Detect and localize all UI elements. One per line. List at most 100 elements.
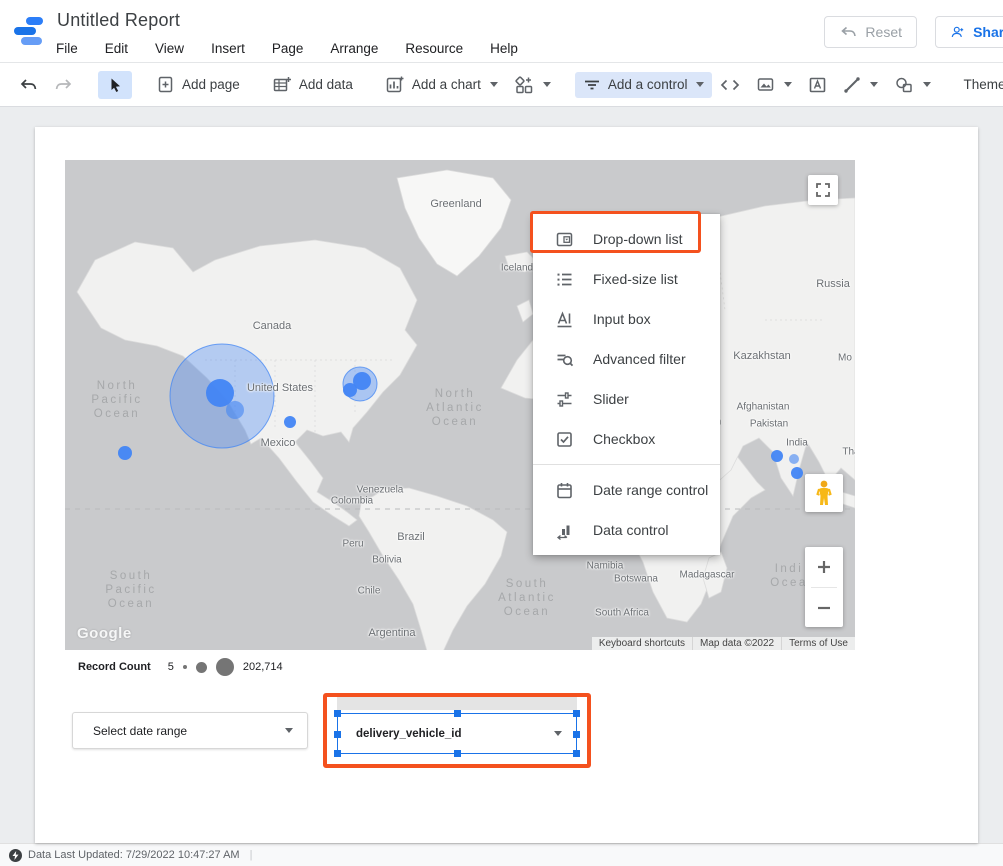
map-label: Greenland bbox=[430, 198, 481, 210]
menu-item-advanced-filter[interactable]: Advanced filter bbox=[533, 339, 720, 379]
bubble-size-legend: Record Count 5 202,714 bbox=[78, 657, 283, 677]
dropdown-control-wrapper: delivery_vehicle_id bbox=[337, 697, 577, 754]
menu-help[interactable]: Help bbox=[490, 41, 518, 56]
person-add-icon bbox=[950, 23, 965, 41]
menu-insert[interactable]: Insert bbox=[211, 41, 245, 56]
menu-view[interactable]: View bbox=[155, 41, 184, 56]
theme-and-layout-button[interactable]: Theme and layout bbox=[955, 72, 1003, 97]
add-image-button[interactable] bbox=[748, 71, 800, 98]
chevron-down-icon bbox=[870, 82, 878, 87]
legend-min-value: 5 bbox=[168, 661, 174, 673]
menu-item-slider[interactable]: Slider bbox=[533, 379, 720, 419]
map-label: Russia bbox=[816, 278, 850, 290]
resize-handle[interactable] bbox=[334, 750, 341, 757]
menu-item-fixed-size-list[interactable]: Fixed-size list bbox=[533, 259, 720, 299]
menu-item-input-box[interactable]: Input box bbox=[533, 299, 720, 339]
fullscreen-icon bbox=[815, 182, 831, 198]
report-canvas: GreenlandIcelandCanadaUnited StatesMexic… bbox=[0, 107, 1003, 843]
add-shape-button[interactable] bbox=[886, 71, 939, 99]
chevron-down-icon bbox=[923, 82, 931, 87]
embed-url-button[interactable] bbox=[712, 72, 748, 98]
google-logo[interactable]: Google bbox=[77, 625, 132, 642]
shape-icon bbox=[894, 76, 914, 94]
chevron-down-icon bbox=[543, 82, 551, 87]
vehicle-id-dropdown-control[interactable]: delivery_vehicle_id bbox=[337, 713, 577, 754]
resize-handle[interactable] bbox=[334, 710, 341, 717]
toolbar: Add page Add data Add a chart bbox=[0, 63, 1003, 107]
select-mode-button[interactable] bbox=[98, 71, 132, 99]
resize-handle[interactable] bbox=[334, 731, 341, 738]
menu-arrange[interactable]: Arrange bbox=[330, 41, 378, 56]
bubble-map-chart[interactable]: GreenlandIcelandCanadaUnited StatesMexic… bbox=[65, 160, 855, 650]
community-visualizations-button[interactable] bbox=[506, 70, 559, 100]
fixed-size-list-icon bbox=[555, 270, 574, 289]
redo-button[interactable] bbox=[46, 70, 82, 100]
map-label: India bbox=[786, 438, 808, 449]
map-label: Indi Ocea bbox=[770, 562, 808, 590]
reset-button[interactable]: Reset bbox=[824, 16, 917, 48]
date-range-icon bbox=[555, 481, 574, 500]
undo-button[interactable] bbox=[10, 70, 46, 100]
undo-icon bbox=[839, 23, 857, 41]
pegman-icon bbox=[815, 480, 833, 506]
menu-page[interactable]: Page bbox=[272, 41, 304, 56]
redo-icon bbox=[54, 75, 74, 95]
zoom-in-button[interactable] bbox=[805, 547, 843, 587]
report-page[interactable]: GreenlandIcelandCanadaUnited StatesMexic… bbox=[35, 127, 978, 843]
terms-of-use-link[interactable]: Terms of Use bbox=[781, 637, 855, 650]
map-label: Mexico bbox=[261, 437, 296, 449]
data-studio-logo[interactable] bbox=[14, 16, 44, 46]
filter-list-icon bbox=[583, 77, 601, 93]
resize-handle[interactable] bbox=[573, 731, 580, 738]
menu-file[interactable]: File bbox=[56, 41, 78, 56]
add-page-button[interactable]: Add page bbox=[148, 70, 248, 99]
chevron-down-icon bbox=[554, 731, 562, 736]
menu-item-dropdown-list[interactable]: Drop-down list bbox=[533, 219, 720, 259]
control-drag-bar[interactable] bbox=[337, 697, 577, 710]
data-freshness-icon[interactable] bbox=[9, 849, 22, 862]
date-range-control[interactable]: Select date range bbox=[72, 712, 308, 749]
fullscreen-button[interactable] bbox=[808, 175, 838, 205]
map-label: Namibia bbox=[587, 561, 624, 572]
chevron-down-icon bbox=[696, 82, 704, 87]
menu-item-checkbox[interactable]: Checkbox bbox=[533, 419, 720, 459]
minus-icon bbox=[816, 600, 832, 616]
chevron-down-icon bbox=[784, 82, 792, 87]
map-label: Chile bbox=[358, 586, 381, 597]
map-label: South Africa bbox=[595, 608, 649, 619]
report-title[interactable]: Untitled Report bbox=[57, 10, 180, 31]
menu-item-date-range-control[interactable]: Date range control bbox=[533, 470, 720, 510]
zoom-out-button[interactable] bbox=[805, 588, 843, 628]
add-a-control-button[interactable]: Add a control bbox=[575, 72, 713, 98]
map-label: Peru bbox=[342, 539, 363, 550]
resize-handle[interactable] bbox=[573, 710, 580, 717]
legend-dot-large bbox=[216, 658, 234, 676]
add-text-button[interactable] bbox=[800, 71, 835, 99]
resize-handle[interactable] bbox=[454, 750, 461, 757]
add-data-button[interactable]: Add data bbox=[264, 70, 361, 99]
keyboard-shortcuts-link[interactable]: Keyboard shortcuts bbox=[592, 637, 692, 650]
map-attribution: Keyboard shortcuts Map data ©2022 Terms … bbox=[592, 637, 855, 650]
map-zoom-control bbox=[805, 547, 843, 627]
chevron-down-icon bbox=[490, 82, 498, 87]
add-data-icon bbox=[272, 75, 292, 94]
menu-resource[interactable]: Resource bbox=[405, 41, 463, 56]
map-data-copyright: Map data ©2022 bbox=[692, 637, 781, 650]
map-label: Tha bbox=[842, 447, 855, 458]
menu-divider bbox=[533, 464, 720, 465]
resize-handle[interactable] bbox=[454, 710, 461, 717]
legend-dot-small bbox=[183, 665, 187, 669]
menu-item-data-control[interactable]: Data control bbox=[533, 510, 720, 550]
map-label: South Pacific Ocean bbox=[105, 569, 156, 611]
legend-max-value: 202,714 bbox=[243, 661, 283, 673]
add-line-button[interactable] bbox=[835, 71, 886, 99]
slider-icon bbox=[555, 390, 574, 409]
add-control-menu: Drop-down list Fixed-size list Input box bbox=[533, 214, 720, 555]
status-divider: | bbox=[250, 849, 253, 861]
resize-handle[interactable] bbox=[573, 750, 580, 757]
menu-edit[interactable]: Edit bbox=[105, 41, 128, 56]
pegman-streetview-button[interactable] bbox=[805, 474, 843, 512]
cursor-icon bbox=[106, 76, 124, 94]
share-button[interactable]: Share bbox=[935, 16, 1003, 48]
add-chart-button[interactable]: Add a chart bbox=[377, 70, 506, 99]
